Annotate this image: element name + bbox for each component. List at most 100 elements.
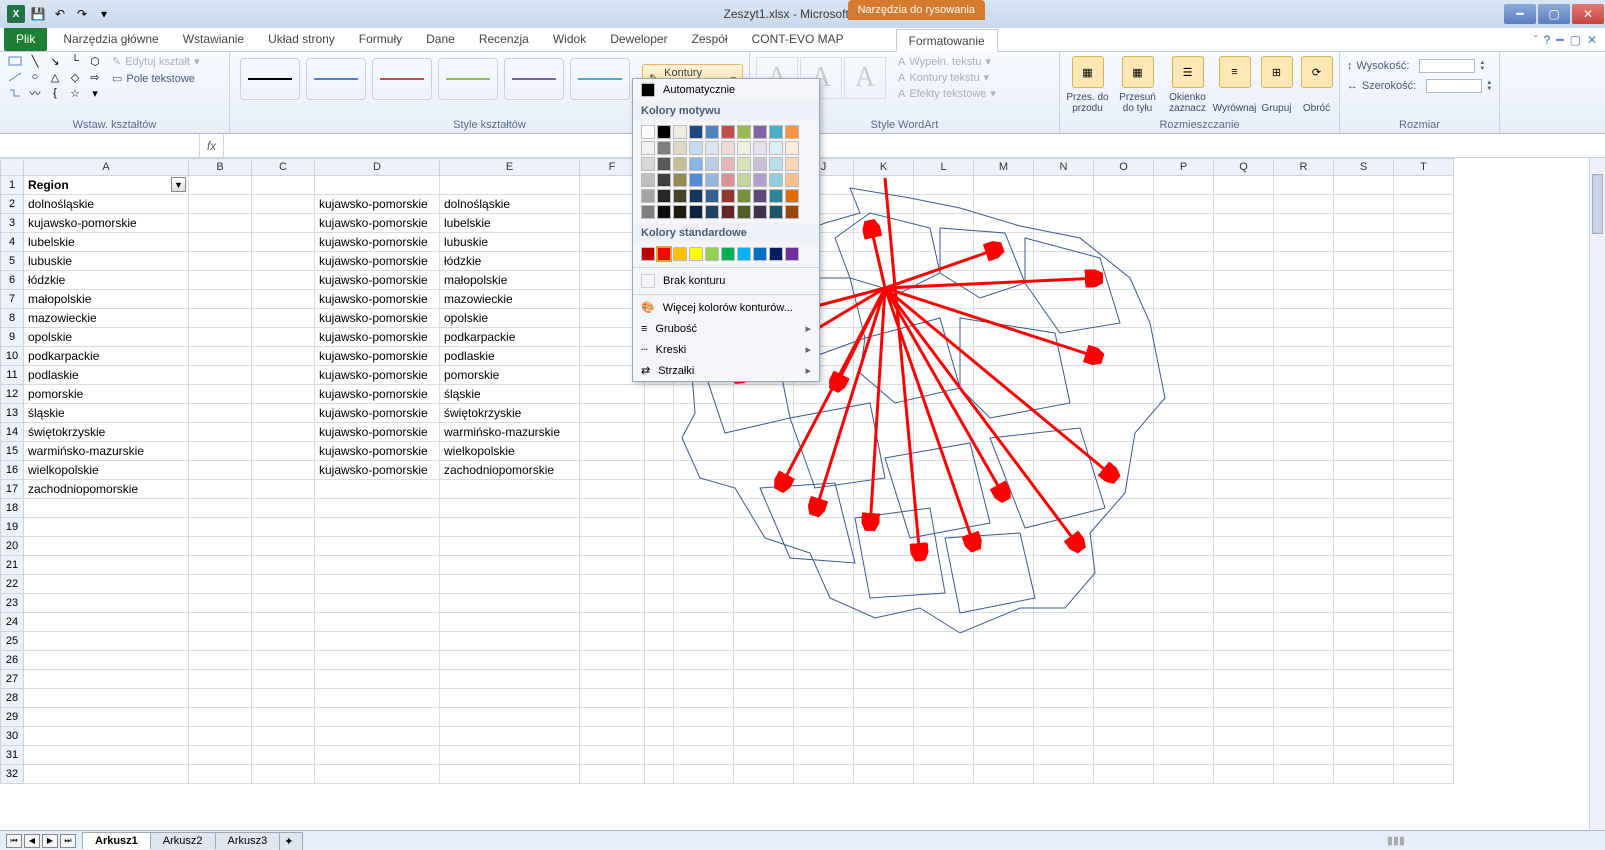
cell[interactable] [315, 708, 440, 727]
cell[interactable] [189, 556, 252, 575]
row-header[interactable]: 16 [0, 461, 24, 480]
formula-input[interactable] [224, 134, 1605, 157]
color-swatch[interactable] [721, 205, 735, 219]
cell[interactable] [1214, 214, 1274, 233]
row-header[interactable]: 28 [0, 689, 24, 708]
height-field[interactable]: ↕Wysokość:▲▼ [1345, 58, 1494, 74]
color-swatch[interactable] [673, 189, 687, 203]
cell[interactable] [1394, 632, 1454, 651]
cell[interactable] [1034, 689, 1094, 708]
new-sheet-button[interactable]: ✦ [279, 832, 303, 850]
cell[interactable]: świętokrzyskie [24, 423, 189, 442]
color-swatch[interactable] [785, 205, 799, 219]
cell[interactable] [1274, 575, 1334, 594]
sheet-nav-last[interactable]: ⏭ [60, 834, 76, 848]
color-swatch[interactable] [721, 247, 735, 261]
bring-forward-button[interactable]: ▦Przes. do przodu [1064, 54, 1112, 116]
cell[interactable]: mazowieckie [440, 290, 580, 309]
cell[interactable] [1394, 670, 1454, 689]
cell[interactable] [1334, 366, 1394, 385]
cell[interactable] [1334, 727, 1394, 746]
cell[interactable] [315, 480, 440, 499]
color-swatch[interactable] [689, 173, 703, 187]
cell[interactable] [440, 689, 580, 708]
cell[interactable] [189, 233, 252, 252]
cell[interactable] [580, 461, 645, 480]
cell[interactable] [1214, 195, 1274, 214]
row-header[interactable]: 19 [0, 518, 24, 537]
cell[interactable] [1214, 746, 1274, 765]
cell[interactable] [189, 518, 252, 537]
cell[interactable] [1214, 252, 1274, 271]
color-swatch[interactable] [753, 173, 767, 187]
shape-oval-icon[interactable]: ○ [26, 70, 44, 84]
cell[interactable] [1214, 309, 1274, 328]
cell[interactable] [1274, 556, 1334, 575]
cell[interactable] [914, 746, 974, 765]
minimize-button[interactable]: ━ [1504, 4, 1536, 24]
cell[interactable] [315, 632, 440, 651]
cell[interactable] [1334, 594, 1394, 613]
color-swatch[interactable] [785, 157, 799, 171]
cell[interactable]: lubelskie [440, 214, 580, 233]
color-swatch[interactable] [641, 189, 655, 203]
tab-layout[interactable]: Układ strony [256, 28, 347, 51]
color-swatch[interactable] [753, 157, 767, 171]
color-swatch[interactable] [753, 189, 767, 203]
color-swatch[interactable] [657, 247, 671, 261]
cell[interactable]: lubuskie [440, 233, 580, 252]
cell[interactable] [1154, 708, 1214, 727]
tab-file[interactable]: Plik [4, 28, 47, 51]
column-header[interactable]: A [24, 158, 189, 176]
cell[interactable] [1394, 499, 1454, 518]
sheet-nav-first[interactable]: ⏮ [6, 834, 22, 848]
cell[interactable] [854, 689, 914, 708]
cell[interactable]: kujawsko-pomorskie [315, 252, 440, 271]
cell[interactable] [252, 594, 315, 613]
cell[interactable]: kujawsko-pomorskie [315, 328, 440, 347]
tab-home[interactable]: Narzędzia główne [51, 28, 170, 51]
tab-data[interactable]: Dane [414, 28, 467, 51]
cell[interactable] [440, 708, 580, 727]
cell[interactable] [580, 385, 645, 404]
cell[interactable] [440, 746, 580, 765]
column-header[interactable]: N [1034, 158, 1094, 176]
color-swatch[interactable] [657, 125, 671, 139]
cell[interactable] [1214, 594, 1274, 613]
cell[interactable] [645, 651, 674, 670]
cell[interactable] [440, 632, 580, 651]
cell[interactable] [1154, 651, 1214, 670]
color-swatch[interactable] [721, 157, 735, 171]
row-header[interactable]: 17 [0, 480, 24, 499]
style-3[interactable] [372, 58, 432, 100]
cell[interactable] [315, 689, 440, 708]
cell[interactable] [24, 632, 189, 651]
tab-team[interactable]: Zespół [680, 28, 740, 51]
style-6[interactable] [570, 58, 630, 100]
cell[interactable] [1214, 556, 1274, 575]
color-swatch[interactable] [721, 189, 735, 203]
weight-row[interactable]: ≡ Grubość▸ [633, 318, 819, 339]
cell[interactable] [1334, 309, 1394, 328]
cell[interactable]: kujawsko-pomorskie [315, 271, 440, 290]
cell[interactable] [1274, 328, 1334, 347]
style-1[interactable] [240, 58, 300, 100]
color-swatch[interactable] [705, 247, 719, 261]
cell[interactable] [914, 670, 974, 689]
horizontal-scroll-track[interactable]: ▮▮▮ [1387, 834, 1405, 847]
cell[interactable] [1394, 442, 1454, 461]
cell[interactable] [674, 651, 734, 670]
cell[interactable] [1214, 632, 1274, 651]
row-header[interactable]: 23 [0, 594, 24, 613]
cell[interactable] [1274, 499, 1334, 518]
cell[interactable] [1334, 404, 1394, 423]
cell[interactable]: zachodniopomorskie [24, 480, 189, 499]
cell[interactable] [1334, 290, 1394, 309]
row-header[interactable]: 27 [0, 670, 24, 689]
cell[interactable]: kujawsko-pomorskie [24, 214, 189, 233]
cell[interactable] [252, 632, 315, 651]
cell[interactable] [1274, 423, 1334, 442]
cell[interactable] [252, 537, 315, 556]
column-header[interactable]: E [440, 158, 580, 176]
cell[interactable] [645, 727, 674, 746]
